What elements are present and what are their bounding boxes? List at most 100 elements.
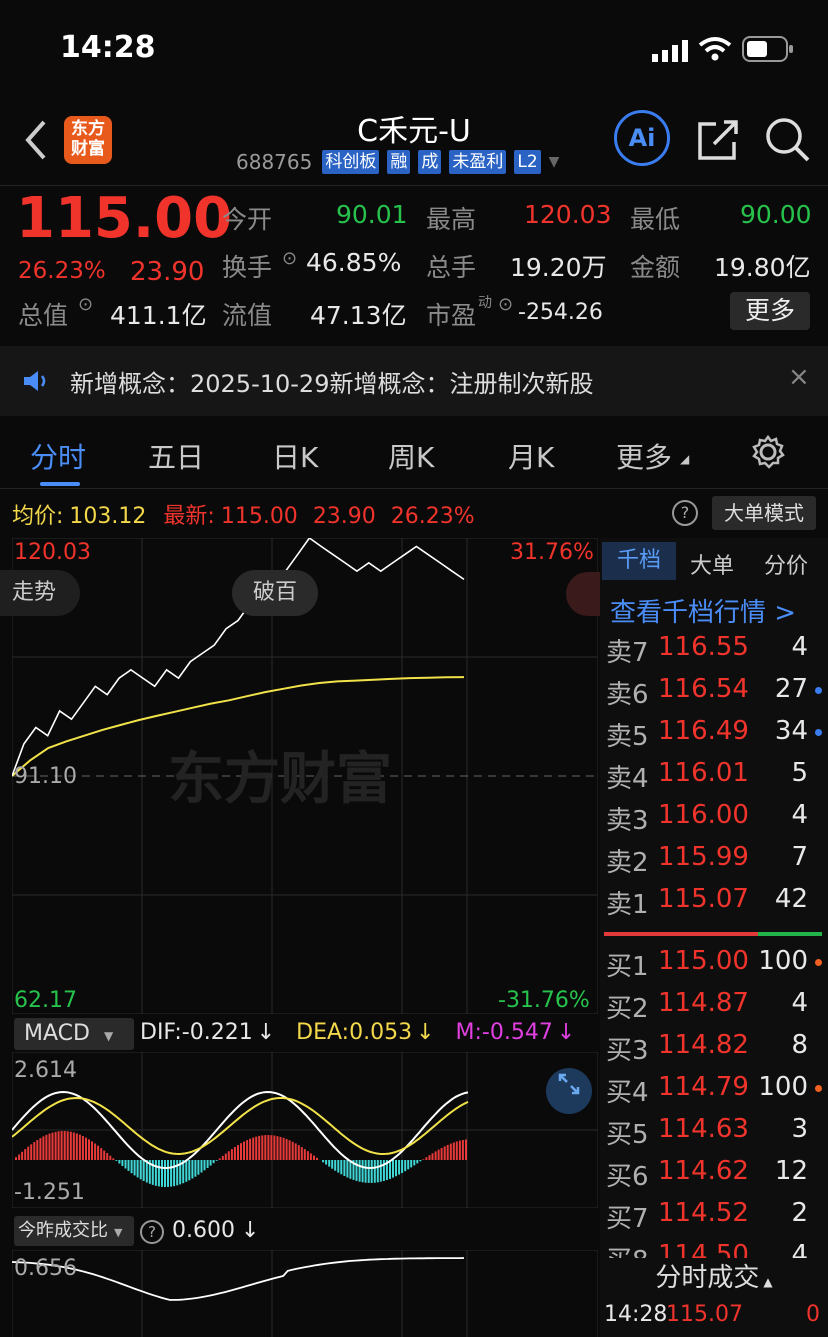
bid-row[interactable]: 买5 114.63 3 <box>606 1114 822 1156</box>
macd-selector[interactable]: MACD ▼ <box>14 1018 134 1050</box>
current-price: 115.00 <box>16 186 233 251</box>
macd-top: 2.614 <box>14 1058 77 1083</box>
float-value: 47.13亿 <box>310 301 407 330</box>
activity-dot <box>815 959 822 966</box>
amount-value: 19.80亿 <box>714 253 811 282</box>
ask-volume: 42 <box>774 884 808 914</box>
ask-row[interactable]: 卖1 115.07 42 <box>606 884 822 926</box>
bid-label: 买4 <box>606 1078 649 1108</box>
help-icon[interactable]: ? <box>140 1220 164 1244</box>
ask-volume: 34 <box>774 716 808 746</box>
activity-dot <box>815 687 822 694</box>
ask-volume: 7 <box>791 842 808 872</box>
bid-volume: 8 <box>791 1030 808 1060</box>
macd-bottom: -1.251 <box>14 1180 85 1205</box>
tag-component: 成 <box>418 150 442 174</box>
bid-price: 115.00 <box>658 946 749 976</box>
ratio-top: 0.656 <box>14 1256 77 1281</box>
ask-label: 卖5 <box>606 722 649 752</box>
stock-subtitle: 688765 科创板 融 成 未盈利 L2 ▼ <box>236 150 559 174</box>
big-order-mode-button[interactable]: 大单模式 <box>712 496 816 530</box>
open-label: 今开 <box>222 205 273 234</box>
bid-price: 114.62 <box>658 1156 749 1186</box>
view-depth-link[interactable]: 查看千档行情 > <box>610 592 796 629</box>
ask-row[interactable]: 卖5 116.49 34 <box>606 716 822 758</box>
bid-row[interactable]: 买4 114.79 100 <box>606 1072 822 1114</box>
close-icon[interactable]: × <box>788 362 810 392</box>
tab-monthly-k[interactable]: 月K <box>508 436 554 476</box>
ask-price: 116.55 <box>658 632 749 662</box>
ask-row[interactable]: 卖3 116.00 4 <box>606 800 822 842</box>
caret-icon: ◢ <box>680 452 690 466</box>
orderbook-tab-depth[interactable]: 千档 <box>602 542 676 580</box>
mcap-value: 411.1亿 <box>110 301 207 330</box>
open-value: 90.01 <box>336 200 408 229</box>
volume-value: 19.20万 <box>510 253 607 282</box>
volume-ratio-value: 0.600 ↓ <box>172 1218 260 1243</box>
bid-volume: 3 <box>791 1114 808 1144</box>
bid-label: 买3 <box>606 1036 649 1066</box>
high-label: 最高 <box>426 205 477 234</box>
wifi-icon <box>698 36 732 66</box>
pe-label: 市盈 <box>426 301 477 330</box>
more-button[interactable]: 更多 <box>730 292 810 330</box>
bid-row[interactable]: 买6 114.62 12 <box>606 1156 822 1198</box>
info-icon[interactable]: ⊙ <box>78 294 93 315</box>
bid-volume: 100 <box>758 946 808 976</box>
bid-volume: 2 <box>791 1198 808 1228</box>
speaker-icon <box>24 371 46 391</box>
macd-chart[interactable] <box>12 1052 598 1208</box>
bid-row[interactable]: 买2 114.87 4 <box>606 988 822 1030</box>
bid-row[interactable]: 买7 114.52 2 <box>606 1198 822 1240</box>
notice-bar[interactable]: 新增概念：2025-10-29新增概念：注册制次新股 × <box>0 346 828 416</box>
info-icon[interactable]: ⊙ <box>498 294 513 315</box>
chart-bottom-price: 62.17 <box>14 988 77 1013</box>
ai-button[interactable]: Ai <box>614 110 670 166</box>
tab-more[interactable]: 更多 <box>616 436 672 476</box>
ask-row[interactable]: 卖6 116.54 27 <box>606 674 822 716</box>
trend-button[interactable]: 走势 <box>0 570 80 616</box>
ask-volume: 27 <box>774 674 808 704</box>
orderbook-tab-price-split[interactable]: 分价 <box>764 548 808 580</box>
ask-row[interactable]: 卖7 116.55 4 <box>606 632 822 674</box>
pe-value: -254.26 <box>518 300 603 325</box>
tab-intraday[interactable]: 分时 <box>30 436 86 476</box>
bid-label: 买7 <box>606 1204 649 1234</box>
ask-row[interactable]: 卖4 116.01 5 <box>606 758 822 800</box>
ask-label: 卖7 <box>606 638 649 668</box>
bid-row[interactable]: 买1 115.00 100 <box>606 946 822 988</box>
volume-ratio-selector[interactable]: 今昨成交比 ▼ <box>14 1216 134 1246</box>
ask-price: 116.00 <box>658 800 749 830</box>
info-icon[interactable]: ⊙ <box>282 248 297 269</box>
expand-icon <box>558 1073 580 1095</box>
ask-volume: 5 <box>791 758 808 788</box>
settings-button[interactable] <box>750 434 786 474</box>
expand-button[interactable] <box>546 1068 592 1114</box>
tab-five-day[interactable]: 五日 <box>148 436 204 476</box>
orderbook-tab-big-order[interactable]: 大单 <box>690 548 734 580</box>
ask-price: 116.49 <box>658 716 749 746</box>
tab-daily-k[interactable]: 日K <box>272 436 318 476</box>
search-button[interactable] <box>764 116 810 166</box>
help-icon[interactable]: ? <box>672 500 698 526</box>
bid-row[interactable]: 买3 114.82 8 <box>606 1030 822 1072</box>
bid-label: 买5 <box>606 1120 649 1150</box>
chart-top-pct: 31.76% <box>510 540 594 565</box>
ask-row[interactable]: 卖2 115.99 7 <box>606 842 822 884</box>
bid-volume: 100 <box>758 1072 808 1102</box>
share-button[interactable] <box>696 118 740 166</box>
trades-header[interactable]: 分时成交 ▲ <box>600 1258 828 1298</box>
bid-label: 买2 <box>606 994 649 1024</box>
bid-price: 114.82 <box>658 1030 749 1060</box>
tab-weekly-k[interactable]: 周K <box>388 436 434 476</box>
chart-info-row: 均价: 103.12 最新: 115.00 23.90 26.23% <box>12 504 475 529</box>
tag-unprofitable: 未盈利 <box>449 150 507 174</box>
notice-text: 新增概念：2025-10-29新增概念：注册制次新股 <box>70 370 594 398</box>
break-hundred-button[interactable]: 破百 <box>232 570 318 616</box>
share-icon <box>698 120 738 160</box>
ask-volume: 4 <box>791 800 808 830</box>
volume-ratio-line <box>12 1257 465 1301</box>
activity-dot <box>815 729 822 736</box>
high-value: 120.03 <box>524 200 612 229</box>
bid-price: 114.87 <box>658 988 749 1018</box>
